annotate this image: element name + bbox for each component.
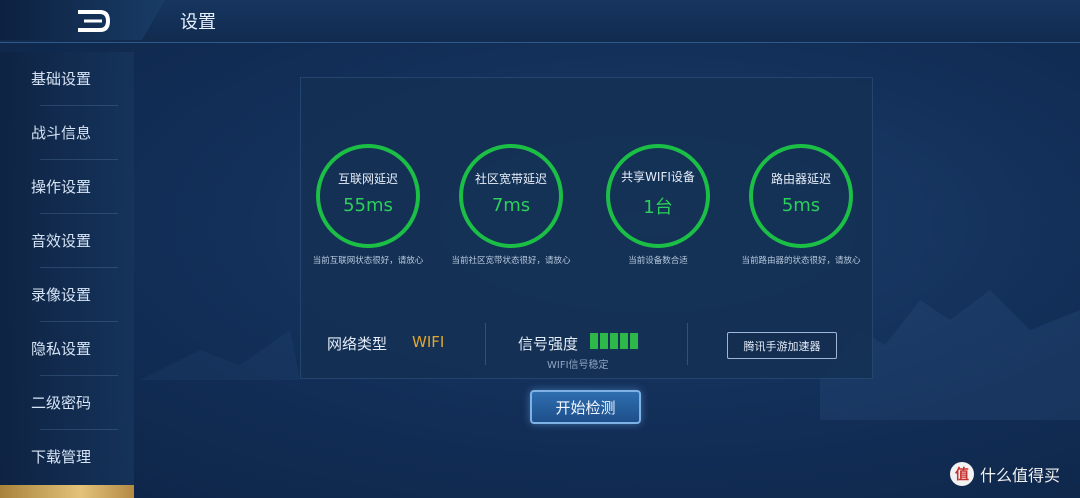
metric-label: 社区宽带延迟 [474,172,547,186]
metric-value: 55ms [343,195,393,216]
sidebar-item-password[interactable]: 二级密码 [0,376,134,428]
divider [485,323,486,365]
wifi-devices-ring: 共享WIFI设备 1台 [606,144,710,248]
sidebar-item-label: 二级密码 [30,393,91,412]
signal-bar [630,333,638,349]
metric-label: 路由器延迟 [770,172,831,186]
sidebar-item-battle-info[interactable]: 战斗信息 [0,106,134,158]
signal-strength-label: 信号强度 [518,335,579,353]
network-type-value: WIFI [412,333,445,351]
sidebar-item-basic[interactable]: 基础设置 [0,52,134,104]
router-latency-ring: 路由器延迟 5ms [749,144,853,248]
metric-desc: 当前互联网状态很好，请放心 [312,256,424,266]
top-bar: 设置 [0,0,1080,43]
sidebar-item-label: 隐私设置 [30,339,91,358]
sidebar-item-label: 操作设置 [30,177,91,196]
sidebar-item-label: 战斗信息 [30,123,91,142]
signal-bar [600,333,608,349]
signal-status-text: WIFI信号稳定 [547,360,609,371]
sidebar: 基础设置 战斗信息 操作设置 音效设置 录像设置 隐私设置 二级密码 下载管理 [0,52,134,498]
page-title: 设置 [180,12,216,33]
metric-value: 5ms [781,195,821,216]
signal-bar [620,333,628,349]
signal-bar [590,333,598,349]
sidebar-item-label: 基础设置 [30,69,91,88]
community-latency-ring: 社区宽带延迟 7ms [459,144,563,248]
metric-desc: 当前路由器的状态很好，请放心 [741,256,861,266]
back-arrow-icon[interactable] [74,8,112,34]
sidebar-item-sound[interactable]: 音效设置 [0,214,134,266]
metric-label: 共享WIFI设备 [621,169,695,184]
metric-desc: 当前社区宽带状态很好，请放心 [451,256,571,266]
watermark: 值 什么值得买 [950,462,1060,486]
internet-latency-ring: 互联网延迟 55ms [316,144,420,248]
metric-value: 7ms [491,195,531,216]
sidebar-item-network-active[interactable] [0,485,134,498]
network-type-label: 网络类型 [327,335,388,353]
watermark-logo-icon: 值 [950,462,974,486]
accelerator-button[interactable]: 腾讯手游加速器 [727,332,837,359]
sidebar-item-label: 下载管理 [30,447,91,466]
signal-bars-icon [590,333,638,349]
sidebar-item-privacy[interactable]: 隐私设置 [0,322,134,374]
signal-bar [610,333,618,349]
metric-desc: 当前设备数合适 [628,256,688,266]
watermark-text: 什么值得买 [980,466,1061,485]
divider [687,323,688,365]
sidebar-item-label: 录像设置 [30,285,91,304]
metric-value: 1台 [643,196,673,218]
sidebar-item-controls[interactable]: 操作设置 [0,160,134,212]
start-test-button[interactable]: 开始检测 [530,390,641,424]
metric-label: 互联网延迟 [337,172,398,186]
sidebar-item-recording[interactable]: 录像设置 [0,268,134,320]
sidebar-item-label: 音效设置 [30,231,91,250]
sidebar-item-downloads[interactable]: 下载管理 [0,430,134,482]
